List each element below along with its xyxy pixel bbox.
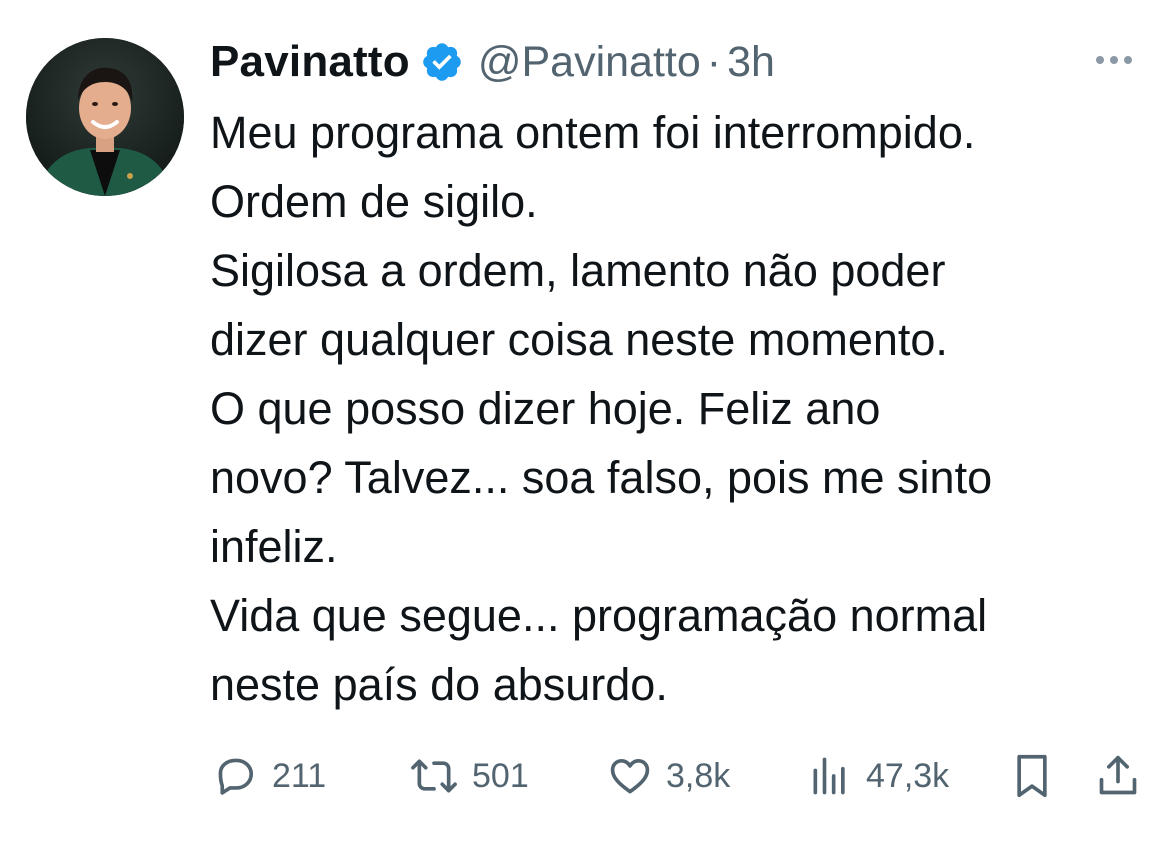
- tweet-timestamp[interactable]: 3h: [727, 38, 775, 87]
- reply-button[interactable]: 211: [214, 748, 326, 804]
- reply-bubble-icon: [218, 758, 254, 795]
- more-options-button[interactable]: [1090, 48, 1138, 72]
- bookmark-button[interactable]: [1010, 748, 1054, 804]
- more-horizontal-icon: [1096, 56, 1132, 64]
- tweet-header: Pavinatto @Pavinatto · 3h: [210, 34, 775, 90]
- like-button[interactable]: 3,8k: [608, 748, 730, 804]
- reply-count: 211: [272, 756, 327, 795]
- heart-icon: [610, 758, 650, 794]
- verified-badge-icon[interactable]: [420, 40, 464, 84]
- retweet-count: 501: [472, 756, 529, 795]
- bookmark-icon: [1017, 754, 1047, 798]
- author-avatar[interactable]: [26, 38, 184, 196]
- share-button[interactable]: [1096, 748, 1140, 804]
- retweet-button[interactable]: 501: [410, 748, 529, 804]
- tweet-actions: 211 501 3,8k 47,3k: [210, 748, 1150, 804]
- author-display-name[interactable]: Pavinatto: [210, 37, 410, 87]
- views-count: 47,3k: [866, 756, 950, 795]
- author-handle[interactable]: @Pavinatto: [478, 38, 701, 87]
- tweet-text: Meu programa ontem foi interrompido. Ord…: [210, 107, 993, 710]
- analytics-bars-icon: [813, 757, 845, 795]
- share-upload-icon: [1099, 755, 1137, 795]
- separator-dot: ·: [706, 37, 722, 86]
- avatar-photo: [26, 38, 184, 196]
- like-count: 3,8k: [666, 756, 731, 795]
- views-button[interactable]: 47,3k: [808, 748, 949, 804]
- retweet-icon: [411, 759, 457, 793]
- tweet-card[interactable]: Pavinatto @Pavinatto · 3h Meu programa o…: [0, 0, 1170, 844]
